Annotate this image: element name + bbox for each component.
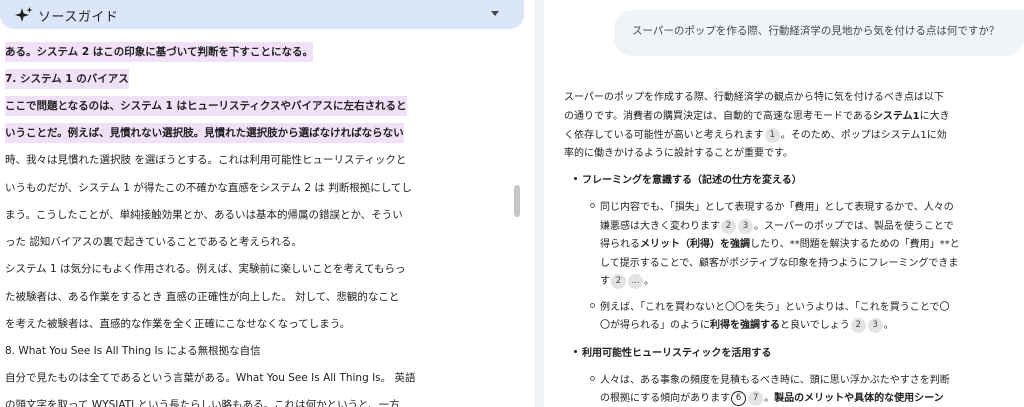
source-guide-label: ソースガイド <box>38 10 119 25</box>
answer-line: す 2...。 <box>600 272 654 292</box>
answer-line: 得られるメリット（利得）を強調したり、**問題を解決するための「費用」**と <box>600 235 960 255</box>
answer-text: く依存している可能性が高いと考えられます <box>564 130 764 141</box>
answer-bold-text: 製品のメリットや具体的な使用シーン <box>774 393 944 404</box>
answer-line: の通りです。消費者の購買決定は、自動的で高速な思考モードであるシステム1に大き <box>564 107 950 127</box>
citation-chip[interactable]: 2 <box>721 219 736 234</box>
answer-line: スーパーのポップを作成する際、行動経済学の観点から特に気を付けるべき点は以下 <box>564 88 944 108</box>
answer-section-heading: 利用可能性ヒューリスティックを活用する <box>574 344 771 364</box>
answer-text: の通りです。消費者の購買決定は、自動的で高速な思考モードである <box>564 111 873 122</box>
answer-text: 。そのため、ポップはシステム1に効 <box>780 130 947 141</box>
answer-text: 。 <box>883 320 894 331</box>
sub-bullet-icon <box>590 303 595 308</box>
sub-bullet-icon <box>590 376 595 381</box>
source-scrollbar-thumb[interactable] <box>514 185 520 217</box>
sub-bullet-icon <box>590 203 595 208</box>
answer-text: 得られる <box>600 239 640 250</box>
sparkle-icon <box>15 7 33 22</box>
answer-bold-text: メリット（利得）を強調 <box>640 239 750 250</box>
source-line: まう。こうしたことが、単純接触効果とか、あるいは基本的帰属の錯誤とか、そうい <box>5 209 403 221</box>
answer-line: の根拠にする傾向があります 6 7 。製品のメリットや具体的な使用シーン <box>600 389 944 407</box>
answer-text: 。 <box>764 393 775 404</box>
source-line: ある。システム 2 はこの印象に基づいて判断を下すことになる。 <box>5 42 313 62</box>
citation-chip[interactable]: 2 <box>850 318 866 333</box>
source-line: を考えた被験者は、直感的な作業を全く正確にこなせなくなってしまう。 <box>5 318 351 330</box>
citation-chip[interactable]: 7 <box>748 391 764 406</box>
source-line: た被験者は、ある作業をするとき 直感の正確性が向上した。 対して、悲観的なこと <box>5 291 400 303</box>
answer-text: 。スーパーのポップでは、製品を使うことで <box>754 221 954 232</box>
source-line: いうものだが、システム 1 が得たこの不確かな直感をシステム 2 は 判断根拠に… <box>5 182 412 194</box>
bullet-icon <box>574 177 577 180</box>
answer-text: に大き <box>919 111 950 122</box>
answer-line: 〇が得られる」のように利得を強調すると良いでしょう 2 3。 <box>600 316 894 336</box>
source-line: った 認知バイアスの裏で起きていることであると考えられる。 <box>5 236 302 248</box>
answer-text: 〇が得られる」のように <box>600 320 710 331</box>
answer-bold-text: システム1 <box>872 111 920 122</box>
answer-text: して提示することで、顧客がポジティブな印象を持つようにフレーミングできま <box>600 258 959 269</box>
source-line: ここで問題となるのは、システム 1 はヒューリスティクスやバイアスに左右されると <box>5 96 407 116</box>
answer-line: 同じ内容でも、「損失」として表現するか「費用」として表現するかで、人々の <box>590 198 954 218</box>
pane-divider[interactable] <box>534 0 544 407</box>
source-line: 7. システム 1 のバイアス <box>5 69 129 89</box>
source-line: システム 1 は気分にもよく作用される。例えば、実験前に楽しいことを考えてもらっ <box>5 263 406 275</box>
answer-text: 例えば、「これを買わないと〇〇を失う」というよりは、「これを買うことで〇 <box>600 302 950 313</box>
source-pane: ソースガイド ある。システム 2 はこの印象に基づいて判断を下すことになる。 7.… <box>0 0 535 407</box>
answer-line: して提示することで、顧客がポジティブな印象を持つようにフレーミングできま <box>600 254 958 274</box>
answer-text: 同じ内容でも、「損失」として表現するか「費用」として表現するかで、人々の <box>600 202 954 213</box>
answer-line: 人々は、ある事象の頻度を見積もるべき時に、頭に思い浮かぶたやすさを判断 <box>590 371 950 391</box>
answer-text: したり、**問題を解決するための「費用」**と <box>750 239 960 250</box>
source-line: 8. What You See Is All Thing Is による無根拠な自… <box>5 345 261 357</box>
citation-chip[interactable]: 3 <box>738 219 753 234</box>
answer-heading-text: 利用可能性ヒューリスティックを活用する <box>582 348 772 359</box>
citation-chip[interactable]: 2 <box>611 274 626 289</box>
source-line: 時、我々は見慣れた選択肢 を選ぼうとする。これは利用可能性ヒューリスティックと <box>5 154 407 166</box>
citation-chip[interactable]: 1 <box>764 128 780 143</box>
answer-text: 人々は、ある事象の頻度を見積もるべき時に、頭に思い浮かぶたやすさを判断 <box>600 375 950 386</box>
caret-down-icon[interactable] <box>491 11 499 16</box>
answer-section-heading: フレーミングを意識する（記述の仕方を変える） <box>574 171 802 191</box>
answer-line: 例えば、「これを買わないと〇〇を失う」というよりは、「これを買うことで〇 <box>590 298 950 318</box>
answer-line: く依存している可能性が高いと考えられます 1 。そのため、ポップはシステム1に効 <box>564 126 947 146</box>
answer-text: 率的に働きかけるように設計することが重要です。 <box>564 148 793 159</box>
source-line: の頭文字を取って WYSIATI という長たらしい略もある。これは何かというと、… <box>5 399 400 407</box>
citation-chip[interactable]: 6 <box>731 391 747 406</box>
bullet-icon <box>574 350 577 353</box>
answer-line: 嫌悪感は大きく変わります 2 3 。スーパーのポップでは、製品を使うことで <box>600 217 954 237</box>
answer-text: す <box>600 276 610 287</box>
answer-text: の根拠にする傾向があります <box>600 393 731 404</box>
answer-text: 。 <box>644 276 654 287</box>
answer-text: と良いでしょう <box>780 320 850 331</box>
user-question-text: スーパーのポップを作る際、行動経済学の見地から気を付ける点は何ですか？ <box>632 25 1000 37</box>
citation-chip[interactable]: 3 <box>867 318 883 333</box>
source-line: いうことだ。例えば、見慣れない選択肢。見慣れた選択肢から選ばなければならない <box>5 123 404 143</box>
user-question-bubble: スーパーのポップを作る際、行動経済学の見地から気を付ける点は何ですか？ <box>614 10 1024 56</box>
chat-pane: スーパーのポップを作る際、行動経済学の見地から気を付ける点は何ですか？ スーパー… <box>544 0 1024 407</box>
answer-text: 嫌悪感は大きく変わります <box>600 221 720 232</box>
source-line: 自分で見たものは全てであるという言葉がある。What You See Is Al… <box>5 372 416 384</box>
answer-heading-text: フレーミングを意識する（記述の仕方を変える） <box>582 175 802 186</box>
citation-chip[interactable]: ... <box>628 274 643 289</box>
answer-line: 率的に働きかけるように設計することが重要です。 <box>564 144 793 164</box>
source-guide-toggle[interactable]: ソースガイド <box>0 0 524 29</box>
answer-text: スーパーのポップを作成する際、行動経済学の観点から特に気を付けるべき点は以下 <box>564 92 944 103</box>
answer-bold-text: 利得を強調する <box>710 320 780 331</box>
